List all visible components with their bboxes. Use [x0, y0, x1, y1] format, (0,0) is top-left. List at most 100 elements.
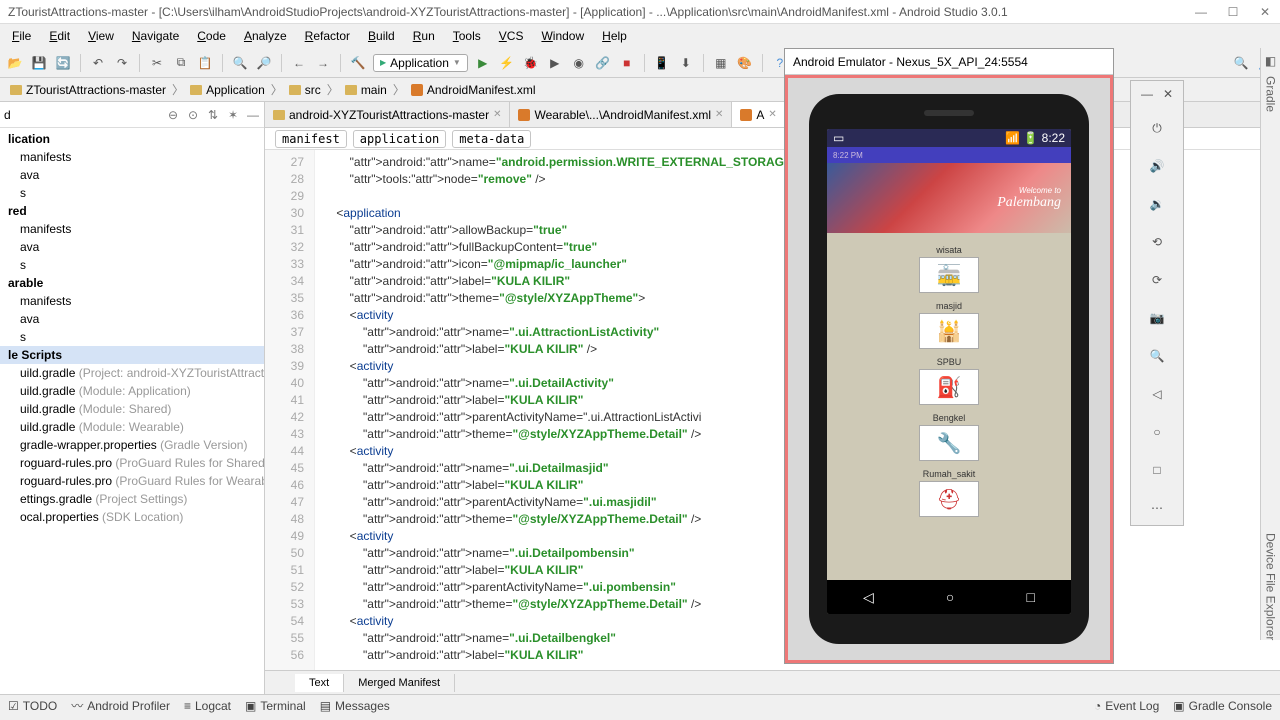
breadcrumb-app[interactable]: Application [186, 82, 269, 98]
app-menu-item[interactable]: Bengkel🔧 [919, 413, 979, 461]
rotate-right-icon[interactable]: ⟳ [1146, 269, 1168, 291]
maximize-icon[interactable]: ☐ [1226, 5, 1240, 19]
tree-item[interactable]: ava [0, 310, 264, 328]
layout-inspector-icon[interactable]: ▦ [712, 54, 730, 72]
tree-item[interactable]: manifests [0, 148, 264, 166]
debug-icon[interactable]: 🐞 [522, 54, 540, 72]
breadcrumb-src[interactable]: src [285, 82, 325, 98]
close-icon[interactable]: ✕ [1258, 5, 1272, 19]
breadcrumb-main[interactable]: main [341, 82, 391, 98]
collapse-icon[interactable]: ⊖ [166, 108, 180, 122]
tree-item[interactable]: s [0, 328, 264, 346]
status-profiler[interactable]: 〰 Android Profiler [71, 697, 170, 714]
stop-icon[interactable]: ■ [618, 54, 636, 72]
project-tree[interactable]: licationmanifestsavasredmanifestsavasara… [0, 128, 264, 694]
menu-navigate[interactable]: Navigate [124, 27, 187, 45]
tree-item[interactable]: uild.gradle (Module: Application) [0, 382, 264, 400]
copy-icon[interactable]: ⧉ [172, 54, 190, 72]
emu-minimize-icon[interactable]: — [1141, 87, 1153, 101]
apply-changes-icon[interactable]: ⚡ [498, 54, 516, 72]
menu-help[interactable]: Help [594, 27, 635, 45]
crumb-meta-data[interactable]: meta-data [452, 130, 531, 148]
tree-item[interactable]: arable [0, 274, 264, 292]
status-terminal[interactable]: ▣ Terminal [245, 699, 306, 713]
nav-back-icon[interactable]: ◁ [863, 589, 874, 606]
tree-item[interactable]: s [0, 184, 264, 202]
tree-item[interactable]: gradle-wrapper.properties (Gradle Versio… [0, 436, 264, 454]
sdk-manager-icon[interactable]: ⬇ [677, 54, 695, 72]
editor-tab[interactable]: Wearable\...\AndroidManifest.xml✕ [510, 102, 732, 127]
app-menu-item[interactable]: masjid🕌 [919, 301, 979, 349]
app-menu-item[interactable]: Rumah_sakit⛑ [919, 469, 979, 517]
sort-icon[interactable]: ⇅ [206, 108, 220, 122]
rotate-left-icon[interactable]: ⟲ [1146, 231, 1168, 253]
emu-home-icon[interactable]: ○ [1146, 421, 1168, 443]
hide-icon[interactable]: — [246, 108, 260, 122]
emu-close-icon[interactable]: ✕ [1163, 87, 1173, 101]
settings-icon[interactable]: ✶ [226, 108, 240, 122]
tree-item[interactable]: s [0, 256, 264, 274]
power-icon[interactable]: ⏻ [1146, 117, 1168, 139]
paste-icon[interactable]: 📋 [196, 54, 214, 72]
crumb-application[interactable]: application [353, 130, 446, 148]
volume-up-icon[interactable]: 🔊 [1146, 155, 1168, 177]
run-coverage-icon[interactable]: ▶ [546, 54, 564, 72]
tree-item[interactable]: ava [0, 166, 264, 184]
tree-item[interactable]: manifests [0, 220, 264, 238]
menu-refactor[interactable]: Refactor [297, 27, 358, 45]
forward-icon[interactable]: → [314, 54, 332, 72]
redo-icon[interactable]: ↷ [113, 54, 131, 72]
app-menu-item[interactable]: wisata🚋 [919, 245, 979, 293]
menu-window[interactable]: Window [533, 27, 592, 45]
run-icon[interactable]: ▶ [474, 54, 492, 72]
status-todo[interactable]: ☑ TODO [8, 699, 57, 713]
find-icon[interactable]: 🔍 [231, 54, 249, 72]
menu-tools[interactable]: Tools [445, 27, 489, 45]
attach-debugger-icon[interactable]: 🔗 [594, 54, 612, 72]
screenshot-icon[interactable]: 📷 [1146, 307, 1168, 329]
emu-overview-icon[interactable]: □ [1146, 459, 1168, 481]
back-icon[interactable]: ← [290, 54, 308, 72]
zoom-icon[interactable]: 🔍 [1146, 345, 1168, 367]
breadcrumb-file[interactable]: AndroidManifest.xml [407, 82, 540, 98]
menu-view[interactable]: View [80, 27, 122, 45]
tab-close-icon[interactable]: ✕ [768, 109, 776, 120]
tree-item[interactable]: ettings.gradle (Project Settings) [0, 490, 264, 508]
replace-icon[interactable]: 🔎 [255, 54, 273, 72]
tree-item[interactable]: ocal.properties (SDK Location) [0, 508, 264, 526]
tree-item[interactable]: uild.gradle (Module: Shared) [0, 400, 264, 418]
menu-edit[interactable]: Edit [41, 27, 78, 45]
tree-item[interactable]: lication [0, 130, 264, 148]
menu-code[interactable]: Code [189, 27, 234, 45]
minimize-icon[interactable]: — [1194, 5, 1208, 19]
tab-close-icon[interactable]: ✕ [715, 109, 723, 120]
editor-tab[interactable]: android-XYZTouristAttractions-master✕ [265, 102, 510, 127]
nav-home-icon[interactable]: ○ [946, 589, 954, 605]
tree-item[interactable]: le Scripts [0, 346, 264, 364]
gradle-tab-icon[interactable]: ◧ [1265, 54, 1276, 68]
volume-down-icon[interactable]: 🔉 [1146, 193, 1168, 215]
cut-icon[interactable]: ✂ [148, 54, 166, 72]
profile-icon[interactable]: ◉ [570, 54, 588, 72]
app-menu-item[interactable]: SPBU⛽ [919, 357, 979, 405]
status-gradle-console[interactable]: ▣ Gradle Console [1173, 699, 1272, 713]
emu-back-icon[interactable]: ◁ [1146, 383, 1168, 405]
tree-item[interactable]: ava [0, 238, 264, 256]
tab-close-icon[interactable]: ✕ [493, 109, 501, 120]
tree-item[interactable]: uild.gradle (Module: Wearable) [0, 418, 264, 436]
status-logcat[interactable]: ≡ Logcat [184, 699, 231, 713]
breadcrumb-root[interactable]: ZTouristAttractions-master [6, 82, 170, 98]
status-eventlog[interactable]: ◔ Event Log [1094, 699, 1159, 713]
menu-run[interactable]: Run [405, 27, 443, 45]
tree-item[interactable]: uild.gradle (Project: android-XYZTourist… [0, 364, 264, 382]
tree-item[interactable]: roguard-rules.pro (ProGuard Rules for We… [0, 472, 264, 490]
build-icon[interactable]: 🔨 [349, 54, 367, 72]
save-icon[interactable]: 💾 [30, 54, 48, 72]
gradle-tab[interactable]: Gradle [1264, 76, 1278, 112]
tree-item[interactable]: roguard-rules.pro (ProGuard Rules for Sh… [0, 454, 264, 472]
open-icon[interactable]: 📂 [6, 54, 24, 72]
sync-icon[interactable]: 🔄 [54, 54, 72, 72]
target-icon[interactable]: ⊙ [186, 108, 200, 122]
editor-tab[interactable]: A✕ [732, 102, 785, 127]
tree-item[interactable]: red [0, 202, 264, 220]
